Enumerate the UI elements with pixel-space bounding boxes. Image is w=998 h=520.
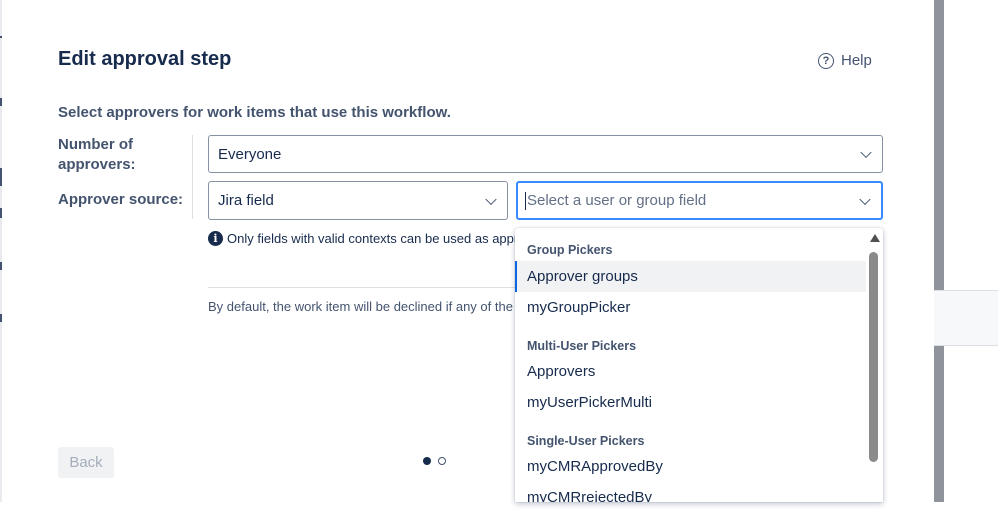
text-cursor: [525, 191, 526, 210]
user-group-field-placeholder: Select a user or group field: [527, 192, 707, 209]
background-row: [934, 290, 998, 346]
default-decline-text: By default, the work item will be declin…: [208, 299, 516, 314]
option-myuserpickermulti[interactable]: myUserPickerMulti: [515, 387, 866, 418]
option-mycmrapprovedby[interactable]: myCMRApprovedBy: [515, 451, 866, 482]
option-approver-groups[interactable]: Approver groups: [515, 261, 866, 292]
info-icon: i: [208, 231, 223, 246]
question-circle-icon: ?: [818, 52, 834, 69]
modal-title: Edit approval step: [58, 48, 232, 70]
back-button[interactable]: Back: [58, 447, 114, 478]
vertical-divider: [192, 135, 193, 219]
group-heading-single-user-pickers: Single-User Pickers: [527, 434, 645, 448]
group-heading-multi-user-pickers: Multi-User Pickers: [527, 339, 637, 353]
pager-dot-active[interactable]: [423, 457, 431, 465]
user-group-field-select[interactable]: Select a user or group field: [516, 181, 883, 220]
approver-source-select[interactable]: Jira field: [208, 181, 508, 220]
option-mycmrrejectedby[interactable]: myCMRrejectedBy: [515, 482, 866, 502]
valid-contexts-info: i Only fields with valid contexts can be…: [208, 231, 532, 246]
number-of-approvers-select[interactable]: Everyone: [208, 135, 883, 173]
number-of-approvers-label: Number of approvers:: [58, 136, 136, 173]
chevron-down-icon: [485, 193, 497, 205]
background-bottom: [0, 502, 998, 520]
help-label: Help: [841, 52, 872, 69]
group-heading-group-pickers: Group Pickers: [527, 243, 613, 257]
field-dropdown-menu: Group Pickers Approver groups myGroupPic…: [515, 228, 883, 502]
number-of-approvers-value: Everyone: [218, 145, 282, 163]
background-scrollbar: [934, 0, 944, 502]
background-panel: [944, 0, 998, 502]
option-mygrouppicker[interactable]: myGroupPicker: [515, 292, 866, 323]
dropdown-scroll-thumb[interactable]: [869, 252, 878, 462]
edit-approval-modal: Edit approval step ? Help Select approve…: [2, 0, 934, 502]
modal-subtitle: Select approvers for work items that use…: [58, 104, 451, 121]
pager-dot[interactable]: [438, 457, 446, 465]
pager-dots: [423, 457, 446, 465]
chevron-down-icon: [859, 193, 871, 205]
scroll-up-arrow-icon[interactable]: [870, 234, 880, 242]
chevron-down-icon: [860, 146, 872, 159]
option-approvers[interactable]: Approvers: [515, 356, 866, 387]
help-link[interactable]: ? Help: [818, 52, 872, 69]
horizontal-divider: [208, 287, 516, 288]
approver-source-label: Approver source:: [58, 191, 184, 208]
info-text: Only fields with valid contexts can be u…: [227, 231, 532, 246]
approver-source-value: Jira field: [218, 192, 274, 209]
